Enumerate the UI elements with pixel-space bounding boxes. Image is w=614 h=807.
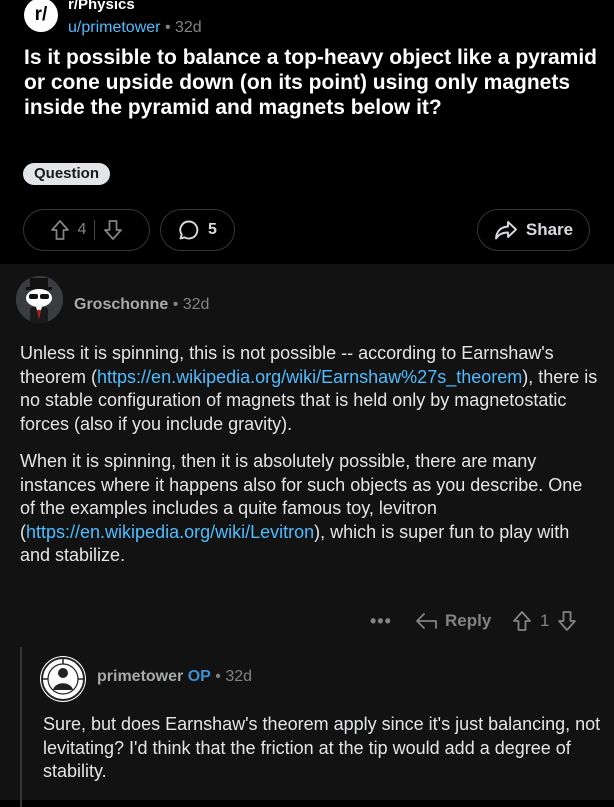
op-badge: OP: [187, 668, 211, 685]
earnshaw-link[interactable]: https://en.wikipedia.org/wiki/Earnshaw%2…: [97, 367, 522, 387]
meta-separator: •: [164, 19, 171, 36]
arrow-up-icon: [513, 611, 531, 631]
share-label: Share: [525, 220, 574, 239]
snoo-avatar-icon: [16, 276, 63, 323]
reply-label: Reply: [445, 611, 492, 630]
post-card: r/ r/Physics u/primetower • 32d Is it po…: [0, 0, 614, 260]
profile-avatar-icon: [41, 657, 85, 701]
thread-line[interactable]: [20, 647, 22, 807]
upvote-button[interactable]: [50, 219, 70, 241]
comment-body: Sure, but does Earnshaw's theorem apply …: [43, 714, 601, 781]
post-title[interactable]: Is it possible to balance a top-heavy ob…: [24, 45, 599, 120]
reply-arrow-icon: [416, 613, 437, 629]
post-flair[interactable]: Question: [23, 163, 111, 185]
avatar[interactable]: [40, 656, 86, 702]
share-arrow-icon: [494, 221, 517, 240]
comment-age: 32d: [225, 668, 253, 685]
meta-separator: •: [172, 296, 179, 313]
post-author[interactable]: u/primetower: [68, 19, 160, 36]
comment-downvote-button[interactable]: [557, 610, 577, 632]
share-button[interactable]: Share: [477, 209, 590, 251]
comment-age: 32d: [182, 296, 210, 313]
subreddit-logo[interactable]: r/: [24, 0, 58, 32]
comment-paragraph: When it is spinning, then it is absolute…: [20, 450, 600, 568]
arrow-down-icon: [104, 220, 123, 240]
comment-paragraph: Unless it is spinning, this is not possi…: [20, 342, 600, 436]
post-vote-bar: 4: [23, 209, 150, 251]
comment-author[interactable]: primetower: [97, 668, 183, 685]
subreddit-name[interactable]: r/Physics: [68, 0, 135, 13]
arrow-down-icon: [558, 611, 577, 631]
comment-count: 5: [208, 221, 217, 238]
comment-bubble-icon: [179, 220, 199, 240]
reply-button[interactable]: Reply: [415, 608, 491, 634]
comment-upvote-button[interactable]: [512, 610, 532, 632]
arrow-up-icon: [50, 220, 69, 240]
levitron-link[interactable]: https://en.wikipedia.org/wiki/Levitron: [26, 522, 314, 542]
comments-section: Groschonne • 32d Unless it is spinning, …: [0, 264, 614, 807]
post-meta: u/primetower • 32d: [68, 19, 202, 37]
comment-author[interactable]: Groschonne: [74, 296, 168, 313]
avatar[interactable]: [16, 276, 63, 323]
comment-score: 1: [540, 611, 550, 630]
downvote-button[interactable]: [103, 219, 123, 241]
more-options-button[interactable]: •••: [370, 608, 392, 634]
post-score: 4: [77, 221, 87, 238]
comment-body: Unless it is spinning, this is not possi…: [20, 342, 600, 582]
comment-header: primetower OP • 32d: [97, 668, 252, 686]
comment-header: Groschonne • 32d: [74, 296, 209, 314]
comment-vote-bar: 1: [512, 608, 577, 634]
post-age: 32d: [175, 19, 202, 36]
meta-separator: •: [215, 668, 221, 685]
vote-divider: [94, 220, 96, 240]
comments-button[interactable]: 5: [160, 209, 235, 251]
